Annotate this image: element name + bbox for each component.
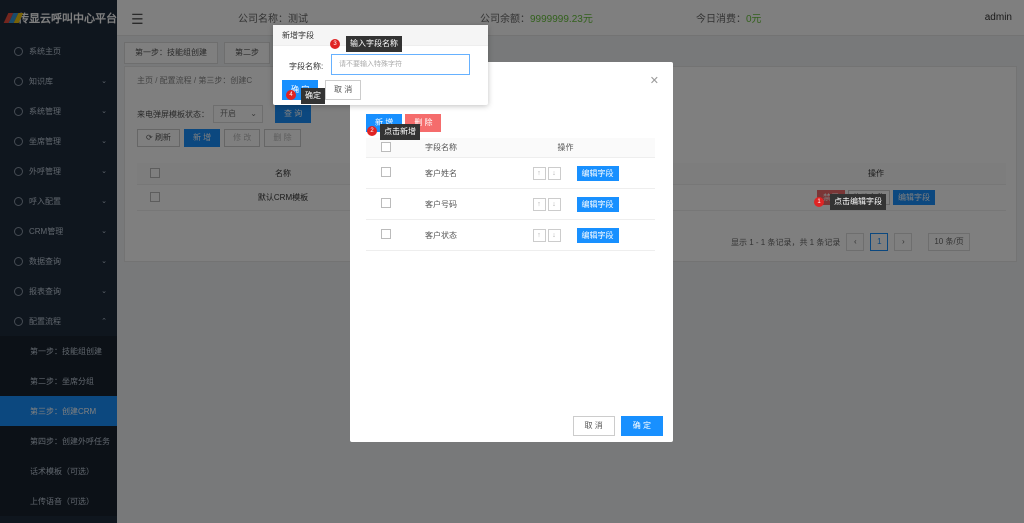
move-down-icon[interactable]: ↓ [547, 197, 561, 211]
fields-table: 字段名称 操作 客户姓名 ↑ ↓ 编辑字段 客户号码 ↑ ↓ 编辑字段 客户状态 ↑ ↓ 编辑字段 [366, 138, 655, 251]
callout-confirm: 确定 [301, 88, 325, 104]
row-checkbox[interactable] [381, 167, 391, 177]
modal-footer: 取 消 确 定 [572, 416, 663, 436]
callout-badge-3: 3 [330, 39, 340, 49]
callout-edit-fields: 点击编辑字段 [830, 194, 886, 210]
move-up-icon[interactable]: ↑ [532, 166, 546, 180]
close-icon[interactable]: ✕ [650, 74, 659, 87]
modal-confirm-button[interactable]: 确 定 [620, 416, 663, 436]
move-down-icon[interactable]: ↓ [547, 166, 561, 180]
field-name: 客户号码 [425, 199, 457, 209]
modal-cancel-button[interactable]: 取 消 [572, 416, 615, 436]
col-ops-header: 操作 [557, 143, 574, 152]
fields-table-header: 字段名称 操作 [366, 138, 655, 158]
row-checkbox[interactable] [381, 229, 391, 239]
dialog-cancel-button[interactable]: 取 消 [325, 80, 362, 100]
edit-field-button[interactable]: 编辑字段 [576, 165, 619, 181]
callout-input-name: 输入字段名称 [346, 36, 402, 52]
edit-field-button[interactable]: 编辑字段 [576, 227, 619, 243]
field-name: 客户姓名 [425, 168, 457, 178]
callout-badge-2: 2 [367, 126, 377, 136]
field-name-input[interactable]: 请不要输入特殊字符 [331, 54, 470, 75]
field-name-label: 字段名称: [289, 62, 324, 71]
row-checkbox[interactable] [381, 198, 391, 208]
select-all-checkbox[interactable] [381, 141, 391, 152]
field-row: 客户号码 ↑ ↓ 编辑字段 [366, 189, 655, 220]
move-up-icon[interactable]: ↑ [532, 228, 546, 242]
field-row: 客户状态 ↑ ↓ 编辑字段 [366, 220, 655, 251]
field-row: 客户姓名 ↑ ↓ 编辑字段 [366, 158, 655, 189]
edit-fields-modal: ✕ 新 增 删 除 字段名称 操作 客户姓名 ↑ ↓ 编辑字段 客户号码 ↑ ↓ 编辑字段 客户… [350, 62, 673, 442]
callout-badge-1: 1 [814, 197, 824, 207]
callout-add: 点击新增 [380, 124, 420, 140]
edit-field-button[interactable]: 编辑字段 [576, 196, 619, 212]
col-field-header: 字段名称 [425, 143, 457, 152]
move-up-icon[interactable]: ↑ [532, 197, 546, 211]
move-down-icon[interactable]: ↓ [547, 228, 561, 242]
field-name: 客户状态 [425, 230, 457, 240]
callout-badge-4: 4 [286, 90, 296, 100]
